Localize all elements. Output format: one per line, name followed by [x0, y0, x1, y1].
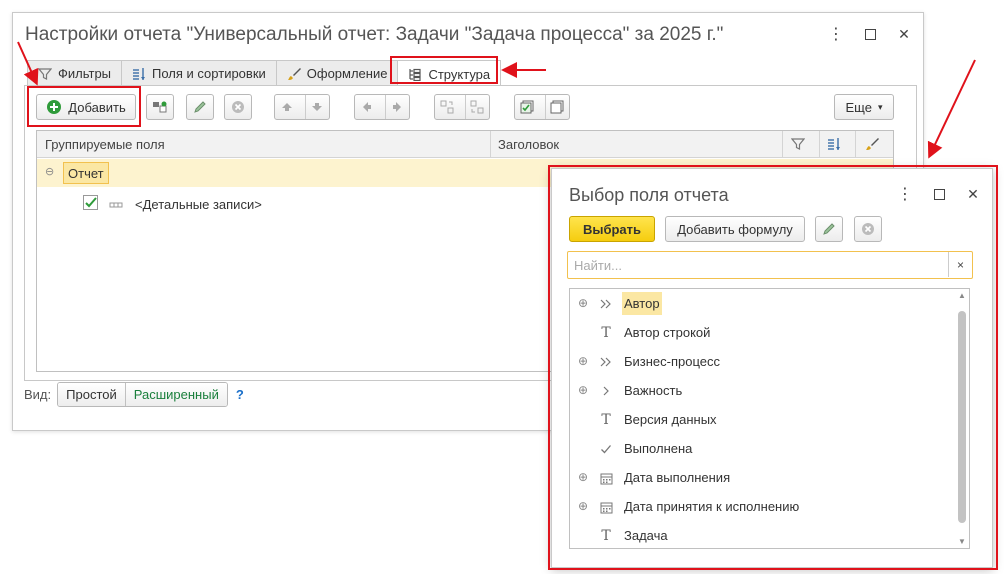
arrow-to-add	[17, 41, 39, 86]
arrow-to-dialog	[927, 59, 976, 159]
annotation-arrows	[17, 41, 976, 159]
